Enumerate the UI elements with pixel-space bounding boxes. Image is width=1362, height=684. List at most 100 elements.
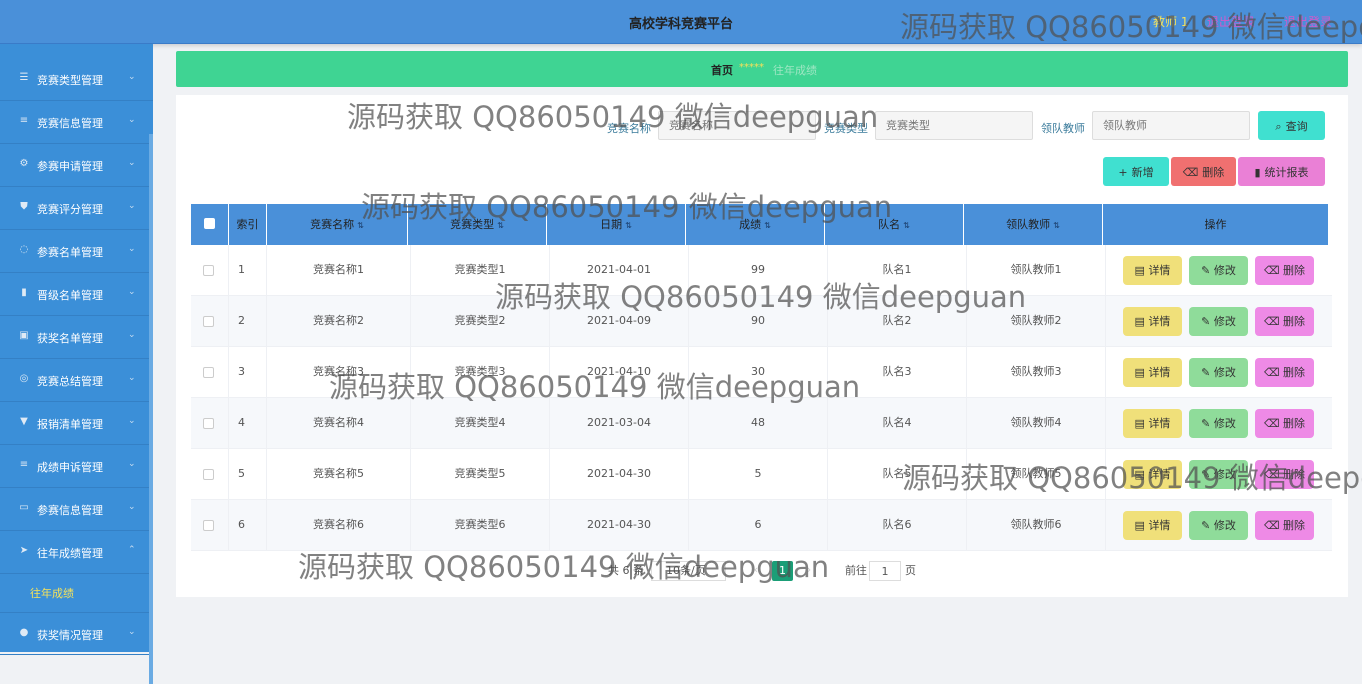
chevron-down-icon: ⌄ xyxy=(128,502,136,512)
logout-link[interactable]: 退出登录 xyxy=(1207,13,1255,30)
row-checkbox[interactable] xyxy=(203,265,214,276)
chevron-down-icon: ⌄ xyxy=(128,373,136,383)
row-detail-button[interactable]: ▤ 详情 xyxy=(1123,256,1182,285)
header-score[interactable]: 成绩 ⇅ xyxy=(686,204,825,245)
header-team[interactable]: 队名 ⇅ xyxy=(825,204,964,245)
row-edit-button[interactable]: ✎ 修改 xyxy=(1189,511,1248,540)
row-checkbox[interactable] xyxy=(203,418,214,429)
page-number-current[interactable]: 1 xyxy=(772,561,793,581)
compass-icon: ◎ xyxy=(19,373,29,384)
sidebar-item-participant-list[interactable]: ◌ 参赛名单管理 ⌄ xyxy=(0,230,153,273)
row-select-cell xyxy=(191,245,229,295)
sidebar-item-label: 报销清单管理 xyxy=(37,418,103,431)
bulk-delete-button[interactable]: ⌫ 删除 xyxy=(1171,157,1236,186)
row-select-cell xyxy=(191,500,229,550)
pencil-icon: ✎ xyxy=(1201,519,1214,532)
cell-name: 竞赛名称1 xyxy=(267,245,411,295)
row-checkbox[interactable] xyxy=(203,367,214,378)
sidebar-item-summary[interactable]: ◎ 竞赛总结管理 ⌄ xyxy=(0,359,153,402)
cell-score: 30 xyxy=(689,347,828,397)
cell-team: 队名1 xyxy=(828,245,967,295)
cell-index: 2 xyxy=(229,296,267,346)
add-button[interactable]: + 新增 xyxy=(1103,157,1169,186)
frontend-link[interactable]: 退出登录 xyxy=(1284,13,1332,30)
row-delete-button[interactable]: ⌫ 删除 xyxy=(1255,511,1314,540)
goto-prefix: 前往 xyxy=(845,564,867,577)
sort-icon[interactable]: ⇅ xyxy=(497,221,504,230)
sidebar-item-past-scores[interactable]: ➤ 往年成绩管理 ⌃ xyxy=(0,531,153,574)
sort-icon[interactable]: ⇅ xyxy=(625,221,632,230)
name-search-input[interactable] xyxy=(658,111,816,140)
row-edit-button[interactable]: ✎ 修改 xyxy=(1189,358,1248,387)
teacher-search-input[interactable] xyxy=(1092,111,1250,140)
sidebar-subitem-past-scores[interactable]: 往年成绩 xyxy=(0,574,153,608)
cell-score: 90 xyxy=(689,296,828,346)
sidebar-item-scoring[interactable]: ⛊ 竞赛评分管理 ⌄ xyxy=(0,187,153,230)
cell-score: 6 xyxy=(689,500,828,550)
sidebar-item-promotion-list[interactable]: ▮ 晋级名单管理 ⌄ xyxy=(0,273,153,316)
prev-page-button[interactable]: ‹ xyxy=(745,561,767,581)
page-size-select[interactable]: 10条/页 xyxy=(651,561,726,581)
row-detail-button[interactable]: ▤ 详情 xyxy=(1123,409,1182,438)
row-edit-button[interactable]: ✎ 修改 xyxy=(1189,256,1248,285)
chevron-down-icon: ⌄ xyxy=(128,115,136,125)
sort-icon[interactable]: ⇅ xyxy=(1053,221,1060,230)
chevron-down-icon: ⌄ xyxy=(128,459,136,469)
cell-score: 99 xyxy=(689,245,828,295)
sidebar-item-award-list[interactable]: ▣ 获奖名单管理 ⌄ xyxy=(0,316,153,359)
sidebar-scrollbar[interactable] xyxy=(149,134,153,684)
sidebar-item-application[interactable]: ⚙ 参赛申请管理 ⌄ xyxy=(0,144,153,187)
row-delete-button[interactable]: ⌫ 删除 xyxy=(1255,409,1314,438)
sort-icon[interactable]: ⇅ xyxy=(903,221,910,230)
row-detail-button[interactable]: ▤ 详情 xyxy=(1123,358,1182,387)
row-checkbox[interactable] xyxy=(203,520,214,531)
sidebar-item-appeal[interactable]: ≡ 成绩申诉管理 ⌄ xyxy=(0,445,153,488)
header-label: 日期 xyxy=(600,218,623,231)
sidebar-item-competition-info[interactable]: ≡ 竞赛信息管理 ⌄ xyxy=(0,101,153,144)
sidebar-item-reimbursement[interactable]: ▼ 报销清单管理 ⌄ xyxy=(0,402,153,445)
chevron-down-icon: ⌄ xyxy=(128,158,136,168)
row-edit-button[interactable]: ✎ 修改 xyxy=(1189,409,1248,438)
cell-type: 竞赛类型2 xyxy=(411,296,550,346)
row-select-cell xyxy=(191,449,229,499)
report-button[interactable]: ▮ 统计报表 xyxy=(1238,157,1325,186)
header-teacher[interactable]: 领队教师 ⇅ xyxy=(964,204,1103,245)
header-label: 成绩 xyxy=(739,218,762,231)
row-detail-button[interactable]: ▤ 详情 xyxy=(1123,460,1182,489)
row-detail-button[interactable]: ▤ 详情 xyxy=(1123,307,1182,336)
row-delete-button[interactable]: ⌫ 删除 xyxy=(1255,256,1314,285)
row-delete-button[interactable]: ⌫ 删除 xyxy=(1255,460,1314,489)
sidebar-item-participation-info[interactable]: ▭ 参赛信息管理 ⌄ xyxy=(0,488,153,531)
cell-name: 竞赛名称4 xyxy=(267,398,411,448)
header-type[interactable]: 竞赛类型 ⇅ xyxy=(408,204,547,245)
sort-icon[interactable]: ⇅ xyxy=(357,221,364,230)
document-icon: ▤ xyxy=(1134,264,1149,277)
thumb-icon: ▼ xyxy=(20,416,28,427)
select-all-checkbox[interactable] xyxy=(204,218,215,229)
row-edit-button[interactable]: ✎ 修改 xyxy=(1189,307,1248,336)
sidebar: ☰ 竞赛类型管理 ⌄ ≡ 竞赛信息管理 ⌄ ⚙ 参赛申请管理 ⌄ ⛊ 竞赛评分管… xyxy=(0,44,153,684)
row-detail-button[interactable]: ▤ 详情 xyxy=(1123,511,1182,540)
row-checkbox[interactable] xyxy=(203,316,214,327)
row-delete-button[interactable]: ⌫ 删除 xyxy=(1255,358,1314,387)
row-detail-label: 详情 xyxy=(1148,264,1171,277)
breadcrumb-home[interactable]: 首页 xyxy=(711,62,733,78)
header-name[interactable]: 竞赛名称 ⇅ xyxy=(267,204,408,245)
current-user: 教师 1 xyxy=(1153,15,1189,29)
next-page-button[interactable]: › xyxy=(798,561,820,581)
row-checkbox[interactable] xyxy=(203,469,214,480)
row-edit-label: 修改 xyxy=(1213,264,1236,277)
sidebar-subitem-label: 往年成绩 xyxy=(30,587,74,600)
sidebar-item-label: 竞赛总结管理 xyxy=(37,375,103,388)
sidebar-item-award-status[interactable]: ● 获奖情况管理 ⌄ xyxy=(0,612,153,655)
row-select-cell xyxy=(191,296,229,346)
row-delete-button[interactable]: ⌫ 删除 xyxy=(1255,307,1314,336)
sidebar-item-label: 成绩申诉管理 xyxy=(37,461,103,474)
sort-icon[interactable]: ⇅ xyxy=(764,221,771,230)
row-edit-button[interactable]: ✎ 修改 xyxy=(1189,460,1248,489)
type-search-input[interactable] xyxy=(875,111,1033,140)
query-button[interactable]: ⌕ 查询 xyxy=(1258,111,1325,140)
header-date[interactable]: 日期 ⇅ xyxy=(547,204,686,245)
sidebar-item-competition-type[interactable]: ☰ 竞赛类型管理 ⌄ xyxy=(0,58,153,101)
goto-page-input[interactable] xyxy=(869,561,901,581)
